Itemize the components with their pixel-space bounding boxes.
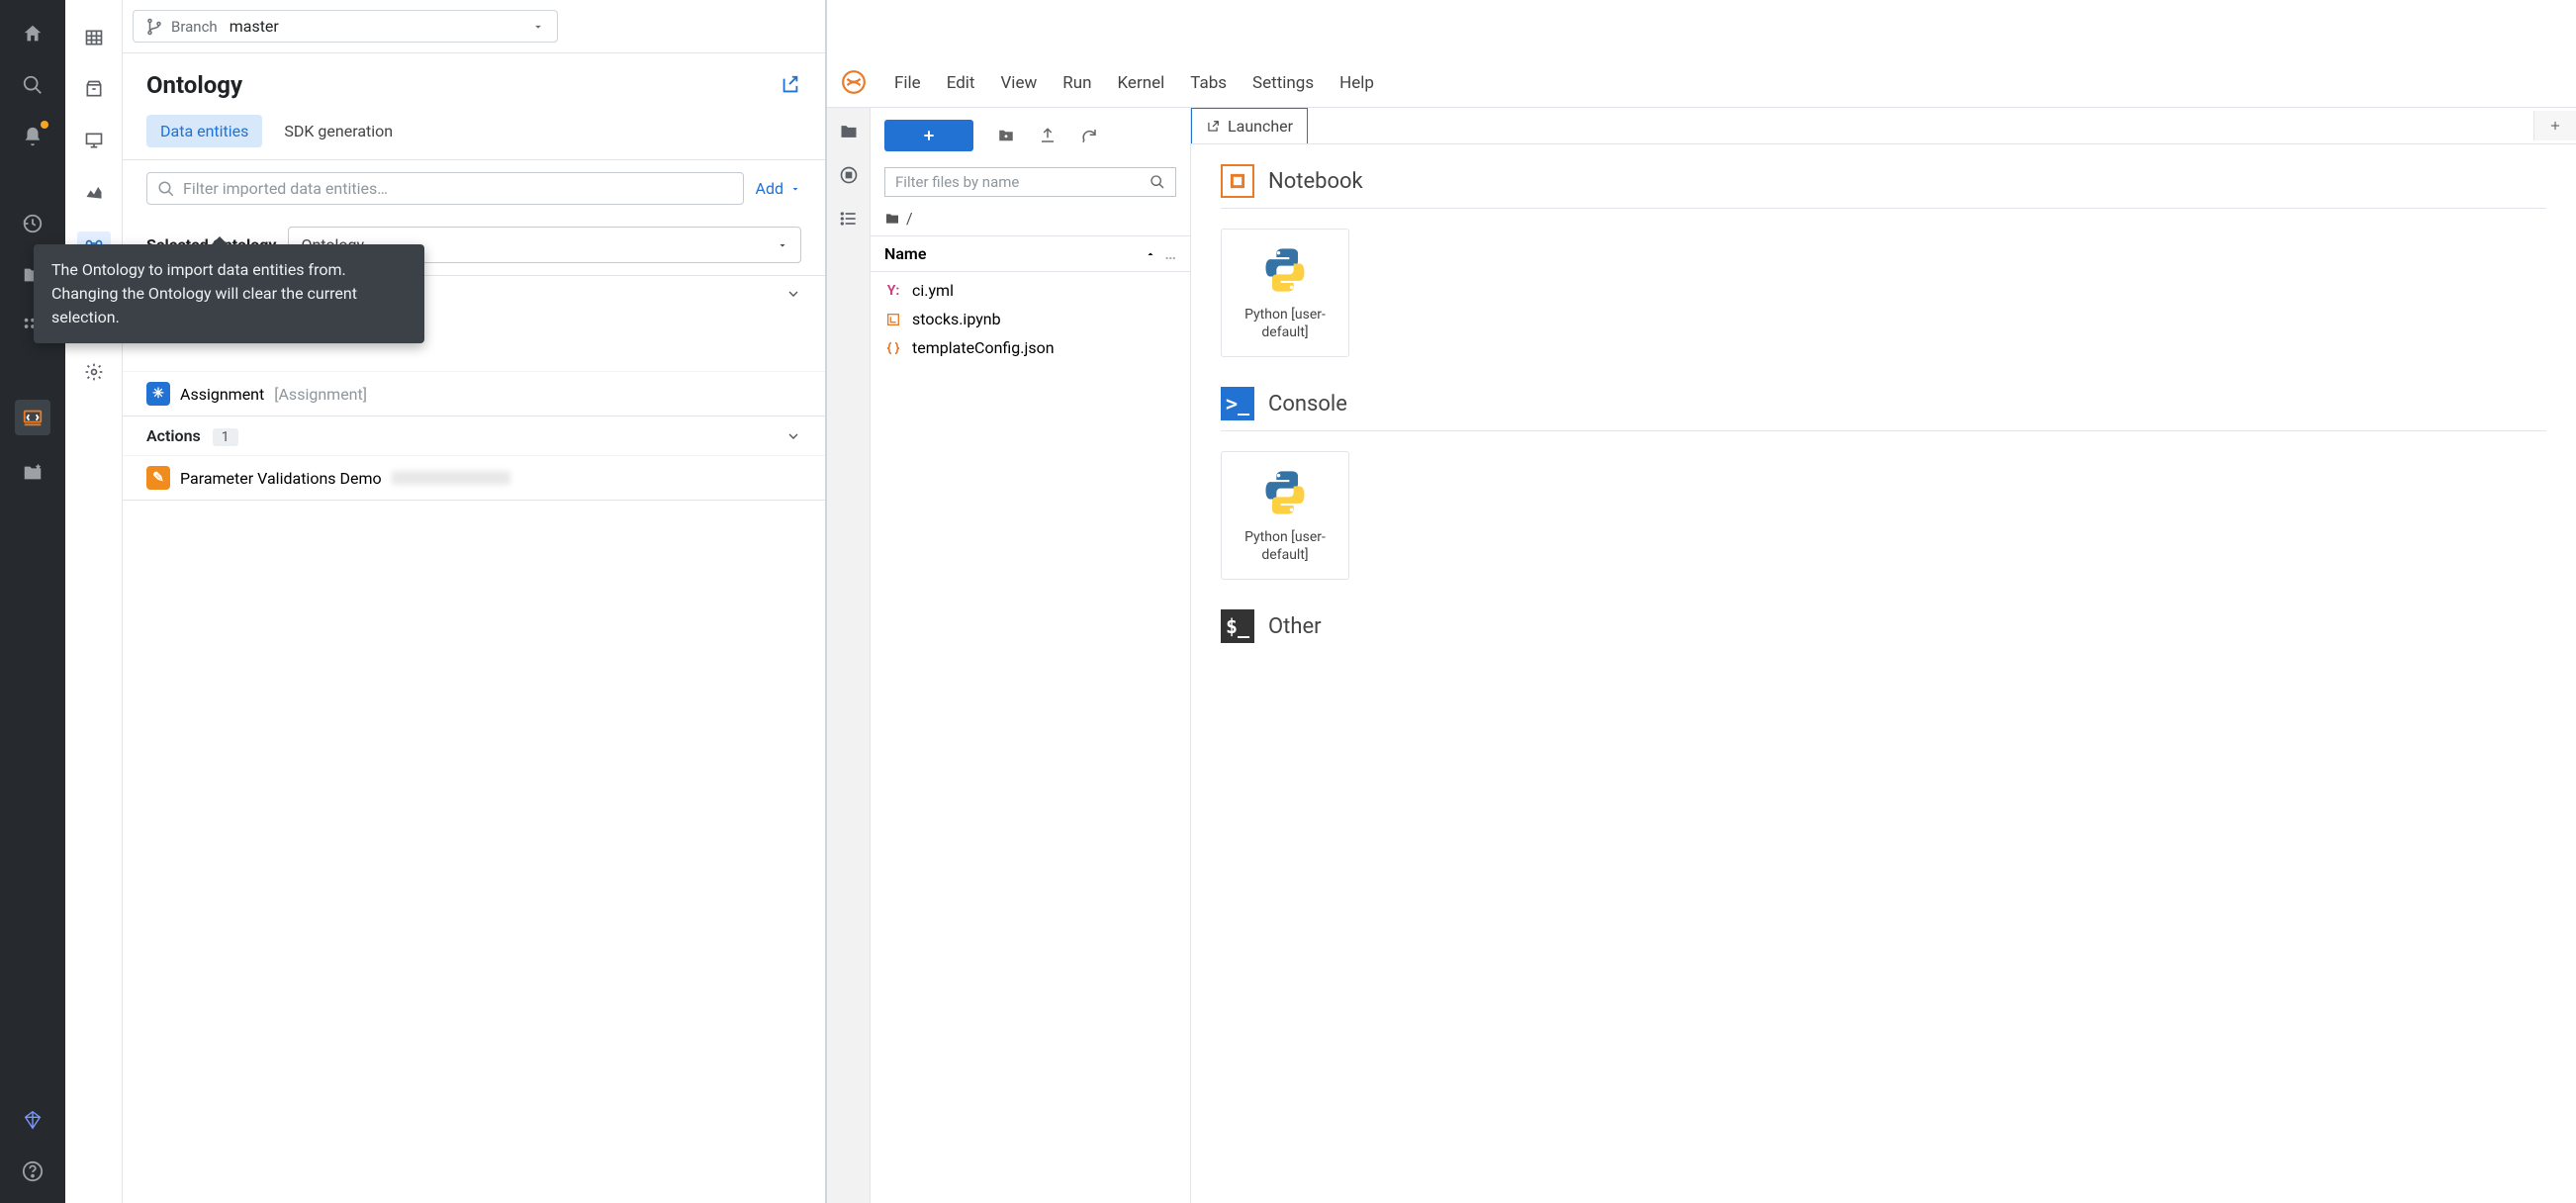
branch-value: master xyxy=(230,17,279,36)
file-list-header[interactable]: Name … xyxy=(871,235,1190,272)
card-label: Python [user-default] xyxy=(1222,528,1348,564)
menu-view[interactable]: View xyxy=(1000,73,1037,93)
table-icon[interactable] xyxy=(82,26,106,49)
refresh-icon[interactable] xyxy=(1080,127,1098,144)
launcher-card-python-console[interactable]: Python [user-default] xyxy=(1221,451,1349,580)
search-icon[interactable] xyxy=(19,71,46,99)
jupyter-logo-icon xyxy=(841,69,869,97)
file-filter-input[interactable] xyxy=(884,167,1176,197)
page-title: Ontology xyxy=(146,71,242,99)
console-section-icon: >_ xyxy=(1221,387,1254,420)
import-icon[interactable] xyxy=(780,74,801,96)
launcher-card-python-notebook[interactable]: Python [user-default] xyxy=(1221,229,1349,357)
jupyter-filebrowser: / Name … Y: ci.yml stocks.ipynb xyxy=(871,108,1191,1203)
menu-tabs[interactable]: Tabs xyxy=(1190,73,1227,93)
folder-star-icon[interactable] xyxy=(19,459,46,487)
entity-subtext: [Assignment] xyxy=(274,385,367,404)
search-icon xyxy=(1150,174,1165,190)
notifications-icon[interactable] xyxy=(19,123,46,150)
branch-selector[interactable]: Branch master xyxy=(133,10,558,43)
launcher: Launcher Notebook Python [user-default] xyxy=(1191,108,2576,1203)
notebook-file-icon xyxy=(884,312,902,327)
action-name: Parameter Validations Demo xyxy=(180,469,382,488)
action-redacted xyxy=(392,471,510,485)
file-filter-field[interactable] xyxy=(895,173,1142,191)
main-nav-sidebar xyxy=(0,0,65,1203)
jupyter-panel: File Edit View Run Kernel Tabs Settings … xyxy=(826,0,2576,1203)
ontology-panel: Branch master Ontology Data entities SDK… xyxy=(123,0,826,1203)
console-section-title: Console xyxy=(1268,392,1347,416)
search-entities-input[interactable] xyxy=(146,172,744,205)
git-branch-icon xyxy=(145,18,163,36)
menu-file[interactable]: File xyxy=(894,73,921,93)
notebook-section-title: Notebook xyxy=(1268,169,1363,194)
search-entities-field[interactable] xyxy=(183,179,733,198)
action-badge-icon: ✎ xyxy=(146,466,170,490)
package-icon[interactable] xyxy=(82,77,106,101)
action-item[interactable]: ✎ Parameter Validations Demo xyxy=(123,455,825,501)
yaml-file-icon: Y: xyxy=(884,283,902,299)
menu-run[interactable]: Run xyxy=(1062,73,1091,93)
chart-area-icon[interactable] xyxy=(82,180,106,204)
chevron-down-icon xyxy=(785,428,801,444)
menu-edit[interactable]: Edit xyxy=(947,73,975,93)
list-icon[interactable] xyxy=(839,209,859,229)
help-icon[interactable] xyxy=(19,1157,46,1185)
code-workspace-icon[interactable] xyxy=(15,400,50,435)
notebook-section-icon xyxy=(1221,164,1254,198)
file-item[interactable]: templateConfig.json xyxy=(871,333,1190,362)
menu-kernel[interactable]: Kernel xyxy=(1117,73,1164,93)
other-section-icon: $_ xyxy=(1221,609,1254,643)
menu-settings[interactable]: Settings xyxy=(1252,73,1314,93)
upload-icon[interactable] xyxy=(1039,127,1057,144)
presentation-icon[interactable] xyxy=(82,129,106,152)
launcher-tab[interactable]: Launcher xyxy=(1191,108,1308,143)
add-button[interactable]: Add xyxy=(756,179,801,198)
section-header-actions[interactable]: Actions 1 xyxy=(123,416,825,455)
history-icon[interactable] xyxy=(19,210,46,237)
search-icon xyxy=(157,180,175,198)
ontology-tooltip: The Ontology to import data entities fro… xyxy=(34,244,424,343)
new-tab-button[interactable] xyxy=(2533,111,2576,140)
python-logo-icon xyxy=(1259,467,1311,518)
entity-name: Assignment xyxy=(180,385,264,404)
folder-icon[interactable] xyxy=(839,122,859,141)
menu-help[interactable]: Help xyxy=(1339,73,1374,93)
jupyter-menubar: File Edit View Run Kernel Tabs Settings … xyxy=(827,59,2576,108)
diamond-icon[interactable] xyxy=(19,1106,46,1134)
tab-data-entities[interactable]: Data entities xyxy=(146,115,262,147)
branch-label: Branch xyxy=(171,18,218,36)
actions-title: Actions xyxy=(146,426,201,445)
chevron-down-icon xyxy=(789,183,801,195)
folder-icon xyxy=(884,211,900,227)
card-label: Python [user-default] xyxy=(1222,306,1348,341)
home-icon[interactable] xyxy=(19,20,46,47)
other-section-title: Other xyxy=(1268,614,1322,639)
panel-nav-sidebar xyxy=(65,0,123,1203)
file-item[interactable]: Y: ci.yml xyxy=(871,276,1190,305)
new-launcher-button[interactable] xyxy=(884,120,973,151)
running-icon[interactable] xyxy=(839,165,859,185)
tab-sdk-generation[interactable]: SDK generation xyxy=(270,115,407,147)
json-file-icon xyxy=(884,340,902,356)
ontology-tabs: Data entities SDK generation xyxy=(123,109,825,160)
python-logo-icon xyxy=(1259,244,1311,296)
entity-badge-icon: ✳ xyxy=(146,382,170,406)
new-folder-icon[interactable] xyxy=(997,127,1015,144)
entity-item-assignment[interactable]: ✳ Assignment [Assignment] xyxy=(123,371,825,416)
chevron-down-icon xyxy=(785,286,801,302)
jupyter-side-tabs xyxy=(827,108,871,1203)
chevron-down-icon xyxy=(531,20,545,34)
file-item[interactable]: stocks.ipynb xyxy=(871,305,1190,333)
external-link-icon xyxy=(1206,120,1220,134)
sort-up-icon xyxy=(1145,248,1156,260)
breadcrumb[interactable]: / xyxy=(871,201,1190,235)
chevron-down-icon xyxy=(777,239,788,251)
actions-count: 1 xyxy=(213,428,238,446)
gear-icon[interactable] xyxy=(82,360,106,384)
